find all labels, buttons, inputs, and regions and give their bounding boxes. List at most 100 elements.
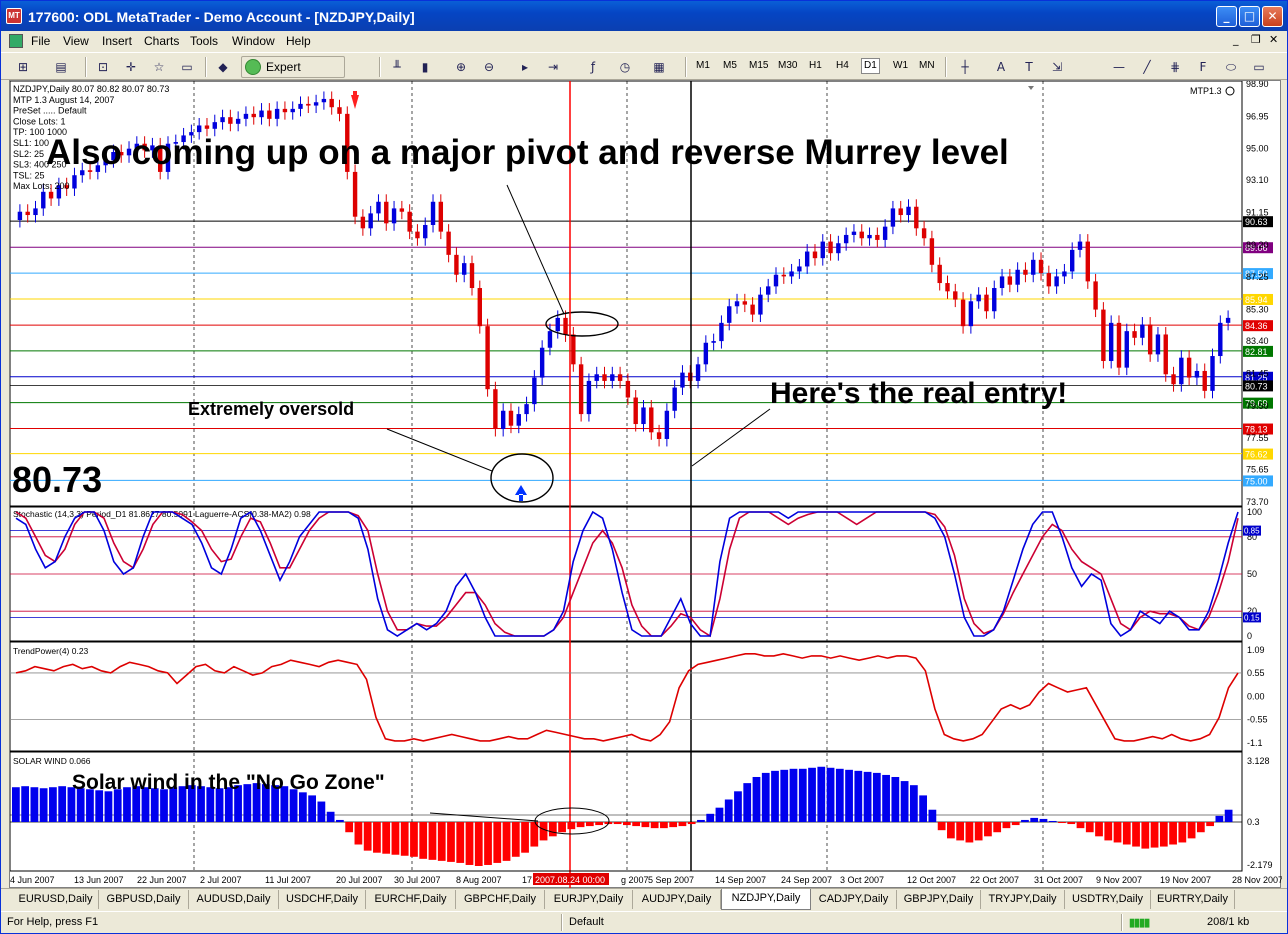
candle-body bbox=[251, 113, 256, 118]
horizontal-line-icon[interactable]: — bbox=[1109, 57, 1129, 77]
label-tool-icon[interactable]: T bbox=[1019, 57, 1039, 77]
tab-cadjpy[interactable]: CADJPY,Daily bbox=[811, 890, 897, 909]
tab-eurusd[interactable]: EURUSD,Daily bbox=[13, 890, 99, 909]
navigator-icon[interactable]: ✛ bbox=[121, 57, 141, 77]
maximize-button[interactable]: □ bbox=[1239, 6, 1260, 27]
candle-body bbox=[1179, 357, 1184, 385]
timeframe-w1[interactable]: W1 bbox=[893, 60, 908, 71]
candle-body bbox=[1062, 271, 1067, 277]
timeframe-mn[interactable]: MN bbox=[919, 60, 935, 71]
candle-body bbox=[625, 380, 631, 398]
tab-eurjpy[interactable]: EURJPY,Daily bbox=[545, 890, 633, 909]
menu-file[interactable]: File bbox=[31, 34, 50, 48]
candlestick-icon[interactable]: ▮ bbox=[415, 57, 435, 77]
new-order-icon[interactable]: ◆ bbox=[213, 57, 233, 77]
expert-advisors-button[interactable]: Expert Advisors bbox=[241, 56, 345, 94]
tab-gbpjpy[interactable]: GBPJPY,Daily bbox=[897, 890, 981, 909]
tab-audusd[interactable]: AUDUSD,Daily bbox=[189, 890, 279, 909]
sell-arrow-icon bbox=[351, 91, 359, 109]
candle-body bbox=[727, 306, 732, 323]
timeframe-m15[interactable]: M15 bbox=[749, 60, 768, 71]
timeframe-h1[interactable]: H1 bbox=[809, 60, 822, 71]
big-price-label: 80.73 bbox=[12, 459, 103, 500]
zoom-in-icon[interactable]: ⊕ bbox=[451, 57, 471, 77]
tab-eurtry[interactable]: EURTRY,Daily bbox=[1151, 890, 1235, 909]
candle-body bbox=[360, 216, 366, 229]
close-button[interactable]: ✕ bbox=[1262, 6, 1283, 27]
tab-gbpchf[interactable]: GBPCHF,Daily bbox=[456, 890, 545, 909]
templates-icon[interactable]: ▦ bbox=[649, 57, 669, 77]
timeframe-m5[interactable]: M5 bbox=[723, 60, 737, 71]
fibonacci-icon[interactable]: F bbox=[1193, 57, 1213, 77]
tab-nzdjpy[interactable]: NZDJPY,Daily bbox=[721, 889, 811, 910]
terminal-icon[interactable]: ▭ bbox=[177, 57, 197, 77]
menu-tools[interactable]: Tools bbox=[190, 34, 218, 48]
trend-tick-label: -1.1 bbox=[1247, 738, 1263, 748]
chart-window-icon[interactable] bbox=[9, 34, 23, 48]
candle-body bbox=[376, 201, 381, 214]
solar-wind-bar bbox=[465, 822, 474, 865]
tab-gbpusd[interactable]: GBPUSD,Daily bbox=[99, 890, 189, 909]
chart-shift-icon[interactable]: ⇥ bbox=[543, 57, 563, 77]
candle-body bbox=[882, 226, 888, 240]
tab-eurchf[interactable]: EURCHF,Daily bbox=[366, 890, 456, 909]
child-minimize-icon[interactable]: _ bbox=[1233, 33, 1239, 46]
candle-body bbox=[804, 251, 810, 267]
price-tick-label: 95.00 bbox=[1246, 144, 1269, 154]
timeframe-d1[interactable]: D1 bbox=[861, 58, 880, 74]
solar-label: SOLAR WIND 0.066 bbox=[13, 756, 91, 766]
candle-body bbox=[649, 407, 654, 433]
ellipse-icon[interactable]: ⬭ bbox=[1221, 57, 1241, 77]
zoom-out-icon[interactable]: ⊖ bbox=[479, 57, 499, 77]
indicators-icon[interactable]: ƒ bbox=[583, 57, 603, 77]
autoscroll-icon[interactable]: ▸ bbox=[515, 57, 535, 77]
solar-wind-bar bbox=[30, 787, 39, 822]
crosshair-icon[interactable]: ┼ bbox=[955, 57, 975, 77]
chart-area[interactable]: 90.63 89.06 87.50 85.94 84.36 82.81 81.25 80.73… bbox=[9, 80, 1282, 889]
tab-usdchf[interactable]: USDCHF,Daily bbox=[279, 890, 366, 909]
menu-charts[interactable]: Charts bbox=[144, 34, 179, 48]
menu-view[interactable]: View bbox=[63, 34, 89, 48]
tab-audjpy[interactable]: AUDJPY,Daily bbox=[633, 890, 721, 909]
title-bar[interactable]: MT 177600: ODL MetaTrader - Demo Account… bbox=[1, 1, 1287, 31]
bar-chart-icon[interactable]: ╨ bbox=[387, 57, 407, 77]
trendline-icon[interactable]: ╱ bbox=[1137, 57, 1157, 77]
solar-wind-bar bbox=[484, 822, 492, 865]
child-restore-icon[interactable]: ❐ bbox=[1251, 33, 1261, 46]
minimize-button[interactable]: _ bbox=[1216, 6, 1237, 27]
solar-wind-bar bbox=[539, 822, 548, 841]
channel-icon[interactable]: ⋕ bbox=[1165, 57, 1185, 77]
trend-tick-label: 1.09 bbox=[1247, 645, 1265, 655]
solar-wind-bar bbox=[965, 822, 974, 843]
timeframe-m1[interactable]: M1 bbox=[696, 60, 710, 71]
solar-wind-bar bbox=[326, 811, 335, 822]
candle-body bbox=[953, 291, 958, 300]
profiles-icon[interactable]: ▤ bbox=[51, 57, 71, 77]
arrows-tool-icon[interactable]: ⇲ bbox=[1047, 57, 1067, 77]
tab-tryjpy[interactable]: TRYJPY,Daily bbox=[981, 890, 1065, 909]
app-icon[interactable]: MT bbox=[6, 8, 22, 24]
timeframe-m30[interactable]: M30 bbox=[778, 60, 797, 71]
price-tick-label: 91.15 bbox=[1246, 208, 1269, 218]
annotation-pivot: Also coming up on a major pivot and reve… bbox=[46, 133, 1009, 172]
solar-wind-bar bbox=[798, 768, 807, 822]
menu-help[interactable]: Help bbox=[286, 34, 311, 48]
timeframe-h4[interactable]: H4 bbox=[836, 60, 849, 71]
menu-window[interactable]: Window bbox=[232, 34, 275, 48]
new-chart-icon[interactable]: ⊞ bbox=[13, 57, 33, 77]
solar-wind-bar bbox=[308, 795, 316, 822]
child-close-icon[interactable]: ✕ bbox=[1269, 33, 1278, 46]
favorites-icon[interactable]: ☆ bbox=[149, 57, 169, 77]
market-watch-icon[interactable]: ⊡ bbox=[93, 57, 113, 77]
price-tick-label: 89.20 bbox=[1246, 240, 1269, 250]
solar-wind-bar bbox=[789, 768, 798, 822]
menu-insert[interactable]: Insert bbox=[102, 34, 132, 48]
text-tool-icon[interactable]: A bbox=[991, 57, 1011, 77]
toolbar-separator bbox=[685, 57, 687, 77]
rectangle-icon[interactable]: ▭ bbox=[1249, 57, 1269, 77]
candle-body bbox=[1132, 331, 1137, 338]
periods-icon[interactable]: ◷ bbox=[615, 57, 635, 77]
solar-wind-bar bbox=[734, 791, 742, 822]
tab-usdtry[interactable]: USDTRY,Daily bbox=[1065, 890, 1151, 909]
chart-canvas[interactable]: 90.6389.0687.5085.9484.3682.8181.2580.73… bbox=[10, 81, 1282, 889]
